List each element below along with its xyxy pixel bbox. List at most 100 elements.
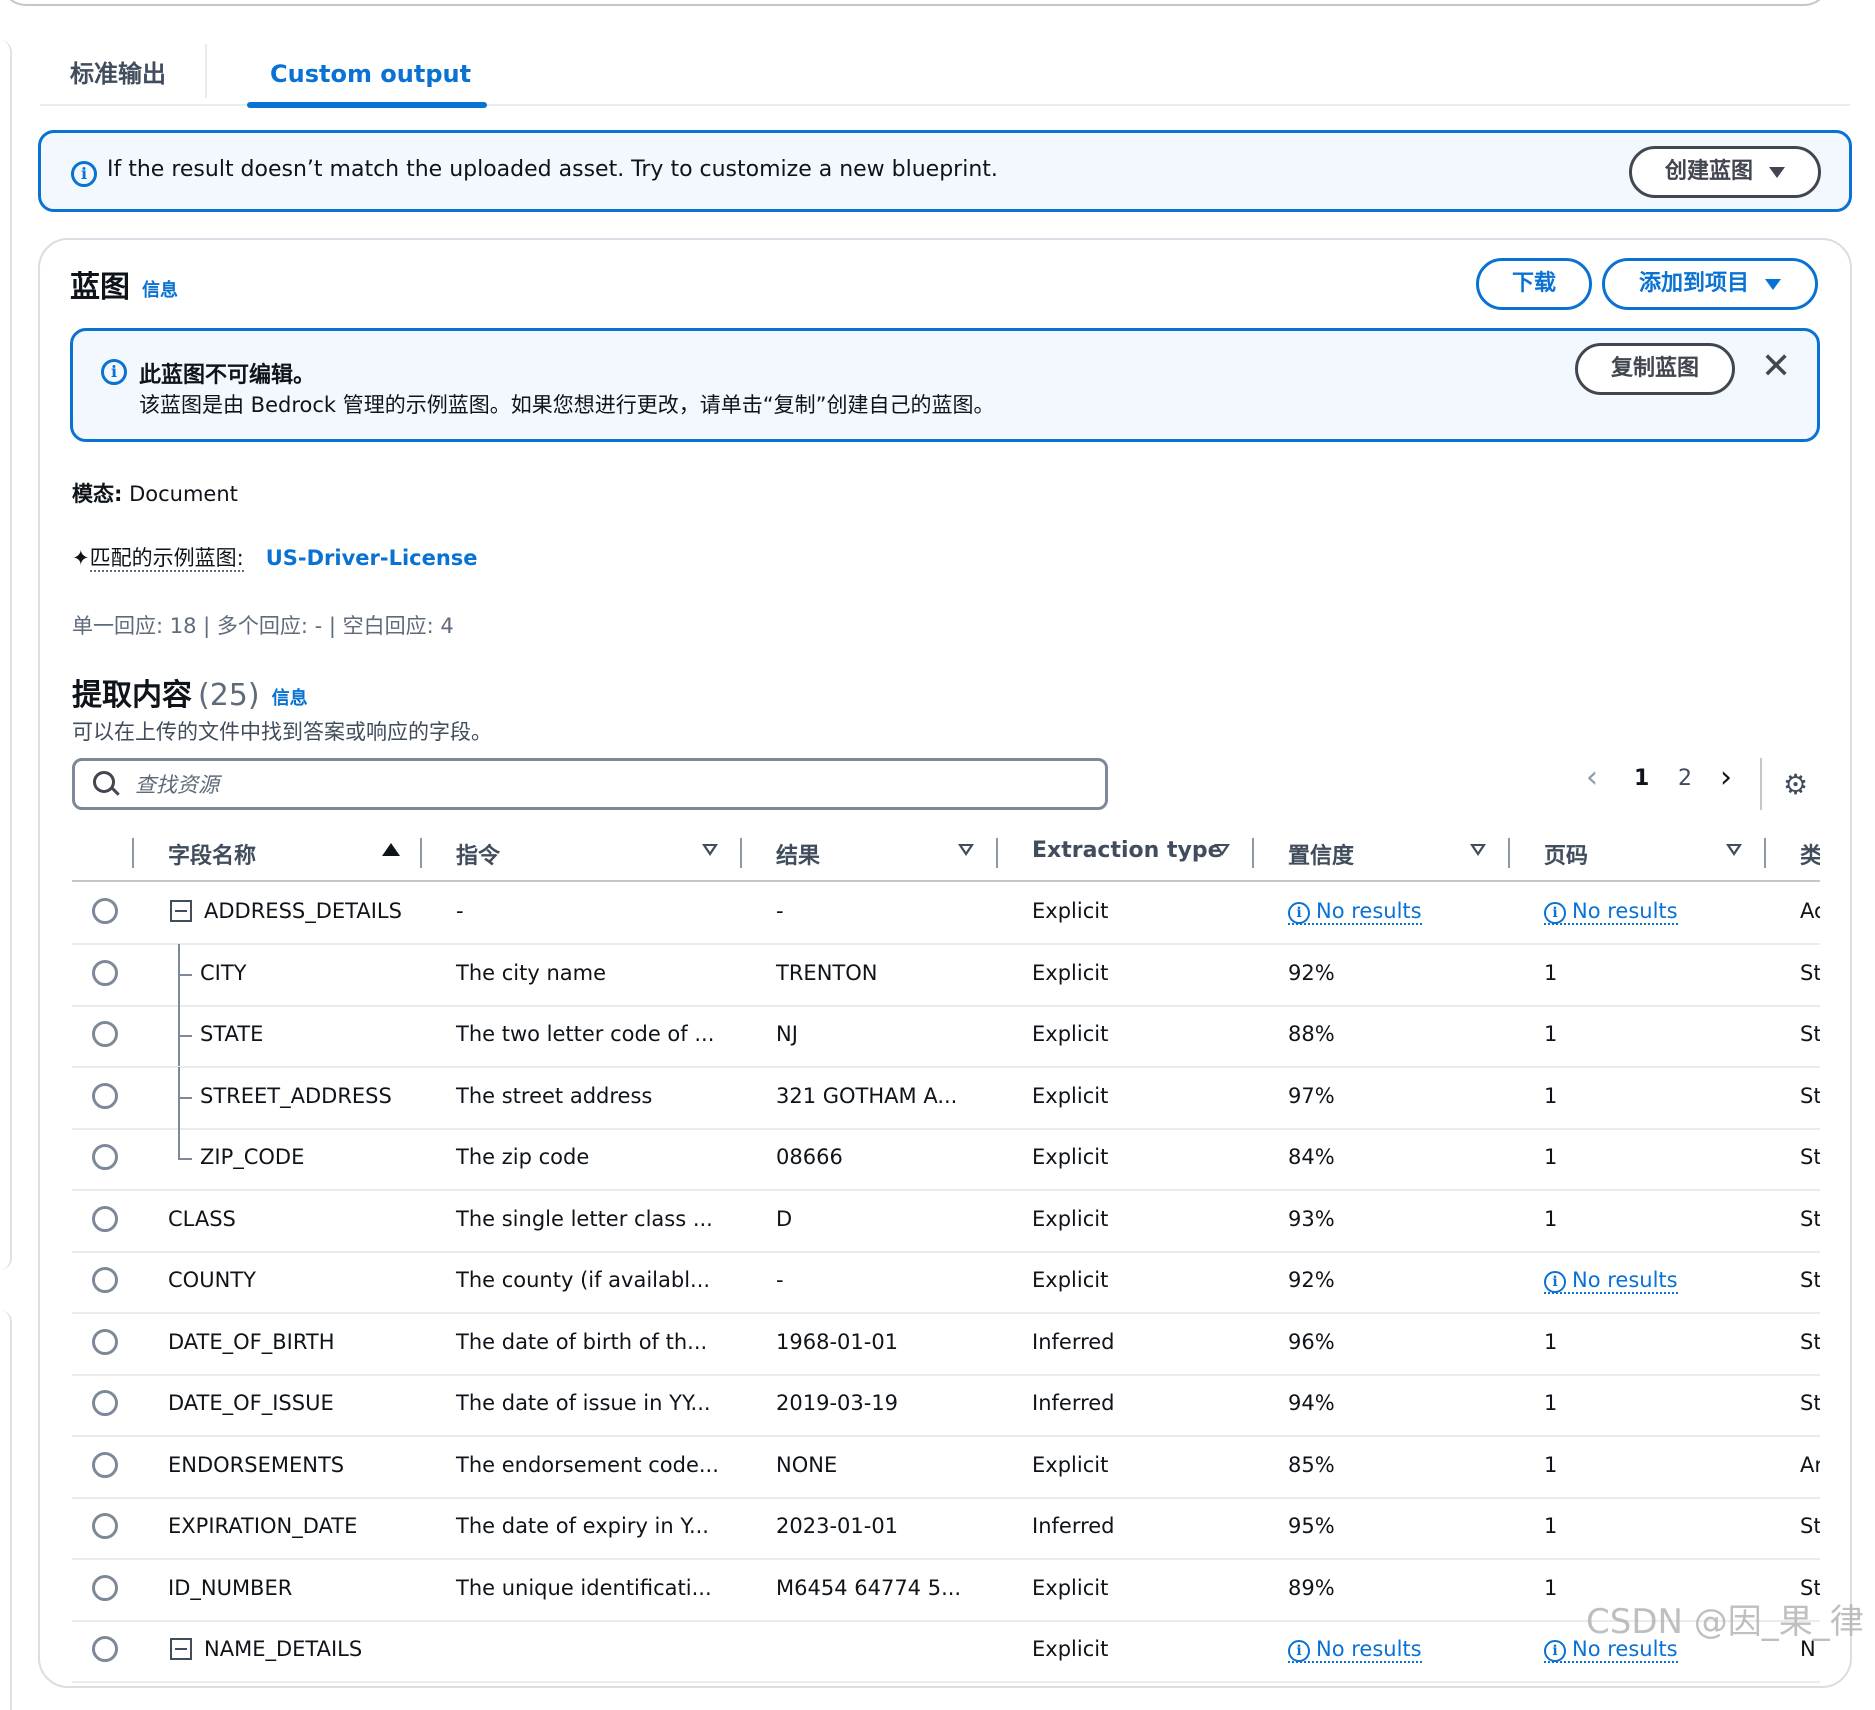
page-1-button[interactable]: 1 — [1634, 766, 1649, 791]
table-row[interactable]: DATE_OF_ISSUE The date of issue in YY... 2… — [72, 1374, 1820, 1437]
row-radio[interactable] — [92, 1267, 118, 1293]
field-name-cell: STATE — [200, 1022, 264, 1046]
copy-blueprint-button[interactable]: 复制蓝图 — [1575, 343, 1735, 395]
extraction-type-cell: Explicit — [1032, 1083, 1109, 1108]
column-header-field-name[interactable]: 字段名称 — [168, 838, 256, 870]
no-results-link[interactable]: i No results — [1288, 899, 1422, 925]
table-row[interactable]: ID_NUMBER The unique identificati... M6454… — [72, 1559, 1820, 1622]
page-2-button[interactable]: 2 — [1678, 766, 1692, 791]
table-row[interactable]: ENDORSEMENTS The endorsement code... NONE E… — [72, 1436, 1820, 1499]
table-row[interactable]: STREET_ADDRESS The street address 321 GOTH… — [72, 1066, 1820, 1130]
add-to-project-button[interactable]: 添加到项目 — [1602, 258, 1818, 310]
result-cell: 321 GOTHAM A... — [776, 1083, 958, 1108]
column-header-instruction[interactable]: 指令 — [456, 838, 500, 870]
row-radio[interactable] — [92, 1144, 118, 1170]
no-results-link[interactable]: i No results — [1544, 1268, 1678, 1294]
chevron-left-icon[interactable]: ‹ — [1586, 760, 1598, 795]
class-cell: St — [1800, 1206, 1820, 1231]
close-icon[interactable]: ✕ — [1761, 347, 1791, 387]
no-results-link[interactable]: i No results — [1544, 899, 1678, 925]
table-row[interactable]: ZIP_CODE The zip code 08666 Explicit 84% 1 St — [72, 1128, 1820, 1191]
row-radio[interactable] — [92, 1390, 118, 1416]
sparkle-icon: ✦ — [72, 546, 90, 570]
column-header-page[interactable]: 页码 — [1544, 838, 1588, 870]
confidence-cell[interactable]: i No results — [1288, 899, 1422, 925]
result-cell: 2019-03-19 — [776, 1391, 899, 1415]
create-blueprint-button[interactable]: 创建蓝图 — [1629, 146, 1821, 198]
row-radio[interactable] — [92, 1082, 118, 1109]
row-radio[interactable] — [92, 1574, 118, 1601]
class-cell: St — [1800, 1514, 1820, 1538]
row-radio[interactable] — [92, 1513, 118, 1539]
table-header: 字段名称 指令 结果 Extraction type 置信度 页码 类 — [72, 826, 1820, 882]
confidence-cell[interactable]: i No results — [1288, 1637, 1422, 1663]
column-divider[interactable] — [740, 838, 742, 868]
chevron-right-icon[interactable]: › — [1720, 760, 1732, 795]
page-cell: 1 — [1544, 1206, 1558, 1231]
class-cell: St — [1800, 1022, 1820, 1046]
table-row[interactable]: DATE_OF_BIRTH The date of birth of th... 1… — [72, 1313, 1820, 1376]
column-header-confidence[interactable]: 置信度 — [1288, 838, 1354, 870]
page-cell[interactable]: i No results — [1544, 1268, 1678, 1294]
blueprint-info-link[interactable]: 信息 — [142, 280, 178, 301]
page-cell: 1 — [1544, 1575, 1558, 1600]
row-radio[interactable] — [92, 1636, 118, 1662]
table-row[interactable]: ADDRESS_DETAILS - - Explicit i No results i No … — [72, 882, 1820, 945]
row-radio[interactable] — [92, 1205, 118, 1232]
collapse-icon[interactable] — [170, 1638, 192, 1660]
info-icon: i — [1288, 902, 1310, 924]
modality-label: 模态: — [72, 482, 123, 506]
table-row[interactable]: COUNTY The county (if availabl... - Explici… — [72, 1251, 1820, 1314]
column-header-extraction-type[interactable]: Extraction type — [1032, 838, 1223, 863]
download-button[interactable]: 下载 — [1476, 258, 1592, 310]
result-cell: NJ — [776, 1022, 798, 1046]
filter-icon[interactable] — [1726, 844, 1742, 856]
table-row[interactable]: CLASS The single letter class ... D Explici… — [72, 1190, 1820, 1253]
matched-blueprint-link[interactable]: US-Driver-License — [266, 546, 478, 570]
search-input[interactable] — [133, 767, 1077, 803]
row-radio[interactable] — [92, 1451, 118, 1478]
no-results-link[interactable]: i No results — [1288, 1637, 1422, 1663]
sort-ascending-icon[interactable] — [382, 843, 400, 856]
row-radio[interactable] — [92, 959, 118, 986]
table-row[interactable]: STATE The two letter code of ... NJ Explici… — [72, 1005, 1820, 1068]
info-icon: i — [1544, 902, 1566, 924]
extraction-type-cell: Inferred — [1032, 1514, 1115, 1538]
filter-icon[interactable] — [958, 844, 974, 856]
row-radio[interactable] — [92, 1328, 118, 1355]
notice-body: 该蓝图是由 Bedrock 管理的示例蓝图。如果您想进行更改，请单击“复制”创建… — [139, 393, 995, 417]
create-blueprint-label: 创建蓝图 — [1664, 159, 1753, 184]
table-row[interactable]: NAME_DETAILS Explicit i No results i No resul… — [72, 1620, 1820, 1683]
gear-icon[interactable]: ⚙ — [1783, 768, 1808, 801]
table-row[interactable]: EXPIRATION_DATE The date of expiry in Y..… — [72, 1497, 1820, 1560]
modality-value: Document — [129, 482, 238, 506]
column-divider[interactable] — [1252, 838, 1254, 868]
column-divider[interactable] — [996, 838, 998, 868]
table-row[interactable]: CITY The city name TRENTON Explicit 92% 1 St — [72, 943, 1820, 1007]
column-divider[interactable] — [420, 838, 422, 868]
filter-icon[interactable] — [1470, 844, 1486, 856]
column-header-result[interactable]: 结果 — [776, 838, 820, 870]
confidence-cell: 95% — [1288, 1514, 1335, 1538]
row-radio[interactable] — [92, 898, 118, 924]
result-cell: D — [776, 1206, 793, 1231]
instruction-cell: The single letter class ... — [456, 1206, 713, 1231]
field-name-cell: ID_NUMBER — [168, 1575, 293, 1600]
filter-icon[interactable] — [1214, 844, 1230, 856]
column-divider[interactable] — [1764, 838, 1766, 868]
output-tabs: 标准输出 Custom output — [40, 40, 1850, 108]
column-divider[interactable] — [1508, 838, 1510, 868]
row-radio[interactable] — [92, 1021, 118, 1047]
info-icon: i — [71, 161, 97, 187]
tab-custom-output[interactable]: Custom output — [238, 50, 503, 104]
column-header-class[interactable]: 类 — [1800, 838, 1820, 870]
filter-icon[interactable] — [702, 844, 718, 856]
page-cell[interactable]: i No results — [1544, 899, 1678, 925]
tab-standard-output[interactable]: 标准输出 — [70, 50, 166, 104]
class-cell: St — [1800, 1329, 1820, 1354]
result-cell: M6454 64774 5... — [776, 1575, 962, 1600]
confidence-cell: 94% — [1288, 1391, 1335, 1415]
collapse-icon[interactable] — [170, 900, 192, 922]
extraction-info-link[interactable]: 信息 — [272, 688, 308, 709]
class-cell: St — [1800, 1145, 1820, 1169]
